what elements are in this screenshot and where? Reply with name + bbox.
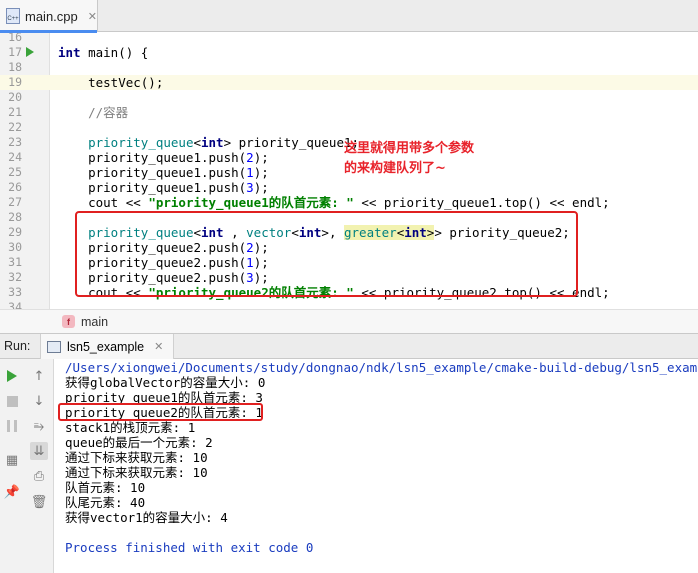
console-line: stack1的栈顶元素: 1 bbox=[65, 420, 196, 435]
console-line: 队尾元素: 40 bbox=[65, 495, 146, 510]
code-text: //容器 bbox=[88, 105, 129, 120]
code-text: priority_queue1.push(1); bbox=[58, 165, 269, 180]
highlight-box-code bbox=[75, 211, 578, 297]
code-line[interactable]: 17 int main() { bbox=[0, 45, 698, 60]
line-number: 30 bbox=[8, 240, 22, 254]
annotation-line-2: 的来构建队列了~ bbox=[344, 161, 446, 176]
line-number: 24 bbox=[8, 150, 22, 164]
line-number: 18 bbox=[8, 60, 22, 74]
rerun-button[interactable] bbox=[3, 367, 21, 385]
run-tab-label: lsn5_example bbox=[67, 339, 145, 354]
code-text: priority_queue1.push(3); bbox=[58, 180, 269, 195]
line-number: 16 bbox=[8, 33, 22, 44]
code-editor[interactable]: 16 17 int main() {18 19 testVec(); 20 21 //容器… bbox=[0, 33, 698, 309]
cpp-file-icon: C++ bbox=[6, 8, 20, 24]
run-tab-lsn5-example[interactable]: lsn5_example ✕ bbox=[40, 334, 175, 359]
annotation-line-1: 这里就得用带多个参数 bbox=[344, 141, 475, 156]
console-line: Process finished with exit code 0 bbox=[65, 540, 314, 555]
console-line: 通过下标来获取元素: 10 bbox=[65, 450, 208, 465]
run-toolbar: ↑ ↓ ⥱ ⇊ ▦ ⎙ 📌 🗑 bbox=[0, 359, 54, 573]
code-line[interactable]: 16 bbox=[0, 33, 698, 45]
line-number: 32 bbox=[8, 270, 22, 284]
line-number: 22 bbox=[8, 120, 22, 134]
arrow-up-icon: ↑ bbox=[33, 368, 45, 384]
pin-icon: 📌 bbox=[3, 484, 21, 500]
scroll-to-end-button[interactable]: ⇊ bbox=[30, 442, 48, 460]
console-line: queue的最后一个元素: 2 bbox=[65, 435, 213, 450]
breadcrumb-label[interactable]: main bbox=[81, 315, 108, 329]
run-tool-bar: Run: lsn5_example ✕ bbox=[0, 333, 698, 359]
line-number: 20 bbox=[8, 90, 22, 104]
line-number: 19 bbox=[8, 75, 22, 89]
scroll-down-button[interactable]: ↓ bbox=[30, 392, 48, 410]
scroll-end-icon: ⇊ bbox=[33, 443, 45, 459]
print-button[interactable]: ⎙ bbox=[30, 467, 48, 485]
stop-button[interactable] bbox=[3, 392, 21, 410]
play-icon bbox=[7, 370, 17, 382]
code-line[interactable]: 22 bbox=[0, 120, 698, 135]
code-text: cout << "priority_queue1的队首元素: " << prio… bbox=[58, 195, 610, 210]
line-number: 27 bbox=[8, 195, 22, 209]
code-line[interactable]: 26 priority_queue1.push(3); bbox=[0, 180, 698, 195]
run-gutter-icon[interactable] bbox=[26, 47, 34, 57]
line-number: 26 bbox=[8, 180, 22, 194]
code-text: priority_queue<int> priority_queue1; bbox=[88, 135, 360, 150]
code-text: priority_queue1.push(2); bbox=[58, 150, 269, 165]
code-line[interactable]: 20 bbox=[0, 90, 698, 105]
pause-button[interactable] bbox=[3, 417, 21, 435]
line-number: 33 bbox=[8, 285, 22, 299]
line-number: 28 bbox=[8, 210, 22, 224]
code-text: int main() { bbox=[58, 45, 149, 60]
line-number: 25 bbox=[8, 165, 22, 179]
code-line[interactable]: 34 bbox=[0, 300, 698, 309]
annotation: 这里就得用带多个参数 的来构建队列了~ bbox=[344, 139, 474, 179]
soft-wrap-button[interactable]: ⥱ bbox=[30, 417, 48, 435]
tab-label: main.cpp bbox=[25, 8, 78, 24]
executable-icon bbox=[47, 340, 61, 353]
line-number: 17 bbox=[8, 45, 22, 59]
close-icon[interactable]: ✕ bbox=[154, 340, 163, 353]
line-number: 34 bbox=[8, 300, 22, 309]
console-line: 获得vector1的容量大小: 4 bbox=[65, 510, 228, 525]
layout-button[interactable]: ▦ bbox=[3, 451, 21, 469]
scroll-up-button[interactable]: ↑ bbox=[30, 367, 48, 385]
console-line: /Users/xiongwei/Documents/study/dongnao/… bbox=[65, 360, 698, 375]
console-line: 通过下标来获取元素: 10 bbox=[65, 465, 208, 480]
arrow-down-icon: ↓ bbox=[33, 393, 45, 409]
tab-main-cpp[interactable]: C++ main.cpp ✕ bbox=[0, 0, 98, 33]
console-output[interactable]: /Users/xiongwei/Documents/study/dongnao/… bbox=[60, 359, 698, 573]
code-text: testVec(); bbox=[58, 75, 164, 90]
line-number: 31 bbox=[8, 255, 22, 269]
close-icon[interactable]: ✕ bbox=[88, 10, 97, 23]
pause-icon bbox=[7, 420, 17, 432]
wrap-icon: ⥱ bbox=[33, 418, 45, 434]
line-number: 23 bbox=[8, 135, 22, 149]
code-line[interactable]: 19 testVec(); bbox=[0, 75, 698, 90]
print-icon: ⎙ bbox=[33, 468, 45, 484]
code-line[interactable]: 21 //容器 bbox=[0, 105, 698, 120]
line-number: 29 bbox=[8, 225, 22, 239]
highlight-box-output bbox=[58, 403, 263, 421]
code-line[interactable]: 18 bbox=[0, 60, 698, 75]
trash-icon: 🗑 bbox=[30, 494, 48, 510]
pin-button[interactable]: 📌 bbox=[3, 483, 21, 501]
clear-button[interactable]: 🗑 bbox=[30, 493, 48, 511]
line-number: 21 bbox=[8, 105, 22, 119]
console-line: 获得globalVector的容量大小: 0 bbox=[65, 375, 266, 390]
code-line[interactable]: 27 cout << "priority_queue1的队首元素: " << p… bbox=[0, 195, 698, 210]
run-label: Run: bbox=[4, 339, 31, 353]
breadcrumb[interactable]: f main bbox=[0, 309, 698, 333]
layout-icon: ▦ bbox=[5, 452, 19, 468]
stop-icon bbox=[6, 395, 18, 407]
function-icon: f bbox=[62, 315, 75, 328]
editor-tab-bar: C++ main.cpp ✕ bbox=[0, 0, 698, 33]
console-line: 队首元素: 10 bbox=[65, 480, 146, 495]
